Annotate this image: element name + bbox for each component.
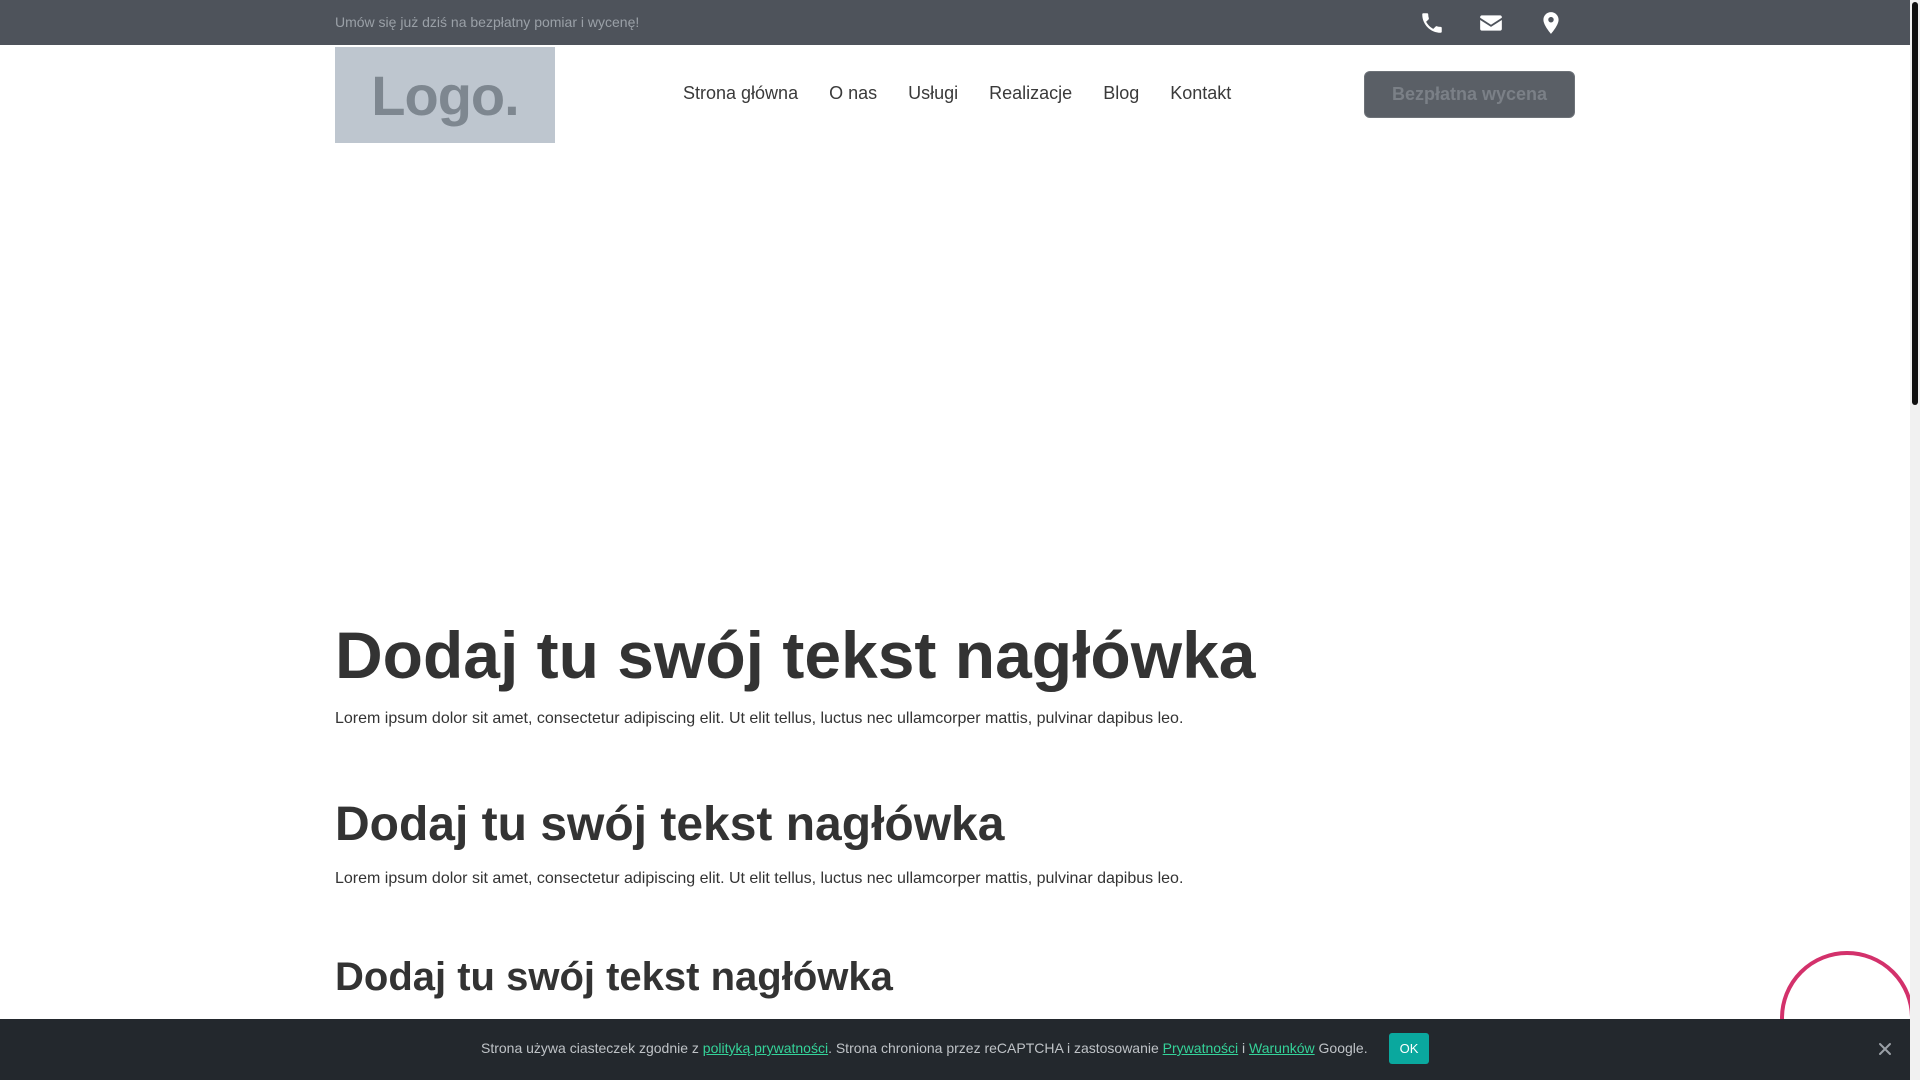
heading-3: Dodaj tu swój tekst nagłówka: [335, 955, 893, 999]
scrollbar-thumb[interactable]: [1912, 2, 1918, 405]
page: Umów się już dziś na bezpłatny pomiar i …: [0, 0, 1920, 1080]
cookie-bar: Strona używa ciasteczek zgodnie z polity…: [0, 1019, 1910, 1080]
close-icon[interactable]: [1877, 1041, 1893, 1057]
nav-item-blog[interactable]: Blog: [1103, 83, 1139, 104]
cookie-text-after: Google.: [1314, 1040, 1368, 1056]
cookie-text-before: Strona używa ciasteczek zgodnie z: [481, 1040, 703, 1056]
heading-1: Dodaj tu swój tekst nagłówka: [335, 618, 1256, 692]
nav-item-about[interactable]: O nas: [829, 83, 877, 104]
logo-text: Logo.: [371, 63, 519, 127]
top-bar: Umów się już dziś na bezpłatny pomiar i …: [0, 0, 1910, 45]
map-pin-icon[interactable]: [1538, 10, 1564, 36]
cookie-notice: Strona używa ciasteczek zgodnie z polity…: [481, 1040, 1368, 1056]
cookie-text-middle: . Strona chroniona przez reCAPTCHA i zas…: [828, 1040, 1163, 1056]
cookie-text-and: i: [1238, 1040, 1250, 1056]
paragraph-2: Lorem ipsum dolor sit amet, consectetur …: [335, 870, 1184, 887]
main-nav: Strona główna O nas Usługi Realizacje Bl…: [683, 83, 1262, 104]
google-privacy-link[interactable]: Prywatności: [1163, 1040, 1238, 1056]
top-bar-message: Umów się już dziś na bezpłatny pomiar i …: [335, 14, 640, 30]
nav-item-projects[interactable]: Realizacje: [989, 83, 1072, 104]
heading-2: Dodaj tu swój tekst nagłówka: [335, 798, 1005, 851]
logo[interactable]: Logo.: [335, 47, 555, 143]
free-quote-button[interactable]: Bezpłatna wycena: [1364, 71, 1575, 118]
nav-item-services[interactable]: Usługi: [908, 83, 958, 104]
cookie-ok-button[interactable]: OK: [1389, 1033, 1429, 1064]
scrollbar[interactable]: [1910, 0, 1920, 1080]
phone-icon[interactable]: [1419, 10, 1445, 36]
google-terms-link[interactable]: Warunków: [1249, 1040, 1315, 1056]
envelope-icon[interactable]: [1478, 10, 1504, 36]
nav-item-contact[interactable]: Kontakt: [1170, 83, 1231, 104]
privacy-policy-link[interactable]: polityką prywatności: [703, 1040, 828, 1056]
nav-item-home[interactable]: Strona główna: [683, 83, 798, 104]
paragraph-1: Lorem ipsum dolor sit amet, consectetur …: [335, 710, 1184, 727]
